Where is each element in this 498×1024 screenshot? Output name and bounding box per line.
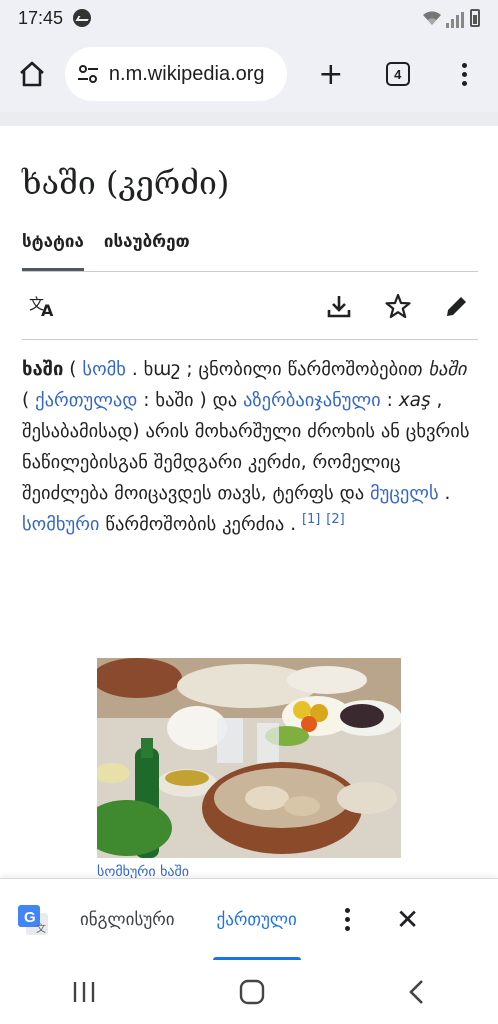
term: ხაში [22, 359, 64, 380]
download-icon[interactable] [326, 293, 352, 319]
battery-icon [470, 9, 480, 27]
article-image[interactable] [97, 658, 401, 858]
text: წარმოშობის კერძია . [99, 514, 302, 535]
translate-options-icon[interactable] [344, 908, 350, 931]
text: ( [63, 359, 83, 380]
italic-term: ხაში [428, 359, 467, 380]
edit-icon[interactable] [444, 293, 470, 319]
source-language-tab[interactable]: ინგლისური [80, 910, 175, 930]
tab-talk[interactable]: ისაუბრეთ [104, 232, 190, 271]
wifi-icon [423, 11, 441, 25]
url-text: n.m.wikipedia.org [108, 62, 265, 85]
link-armenian-2[interactable]: სომხური [22, 514, 100, 535]
text: . ხաշ ; ცნობილი წარმოშობებით [125, 359, 429, 380]
italic-term: xaş [398, 390, 431, 411]
reference-2[interactable]: [2] [326, 512, 344, 527]
page-title: ხაში (კერძი) [22, 164, 230, 202]
plus-icon: + [318, 56, 344, 92]
messenger-icon [73, 9, 92, 27]
link-belly[interactable]: მუცელს [370, 483, 439, 504]
status-time: 17:45 [18, 7, 64, 28]
tab-count: 4 [385, 62, 410, 86]
site-settings-icon[interactable] [77, 64, 99, 84]
home-nav-icon[interactable] [238, 978, 266, 1006]
star-icon[interactable] [384, 292, 412, 320]
home-button[interactable] [0, 36, 65, 112]
svg-text:G: G [24, 909, 36, 926]
reference-1[interactable]: [1] [302, 512, 320, 527]
url-bar[interactable]: n.m.wikipedia.org [64, 47, 288, 101]
page-content: ხაში (კერძი) სტატია ისაუბრეთ 文 A ხაში ( … [22, 126, 478, 540]
recents-icon[interactable] [71, 981, 97, 1003]
text: : ხაში ) და [137, 390, 244, 411]
translate-bar: G 文 ინგლისური ქართული ✕ [0, 878, 498, 961]
status-icons [422, 8, 480, 28]
signal-icon [446, 8, 466, 28]
text: ( [22, 390, 36, 411]
tab-article[interactable]: სტატია [22, 232, 84, 271]
svg-text:A: A [41, 301, 54, 318]
svg-text:文: 文 [36, 922, 46, 935]
google-translate-icon[interactable]: G 文 [16, 903, 50, 937]
article-paragraph: ხაში ( სომხ . ხաշ ; ცნობილი წარმოშობებით… [22, 354, 478, 540]
page-actions: 文 A [22, 272, 478, 340]
text: . [438, 483, 451, 504]
browser-menu-button[interactable] [431, 36, 498, 112]
system-navbar [0, 960, 498, 1024]
header-divider [0, 112, 498, 126]
close-icon[interactable]: ✕ [396, 903, 419, 936]
link-armenian[interactable]: სომხ [82, 359, 126, 380]
page-tabs: სტატია ისაუბრეთ [22, 232, 478, 272]
home-icon [20, 61, 45, 87]
new-tab-button[interactable]: + [297, 36, 364, 112]
status-bar: 17:45 [0, 0, 498, 36]
link-georgian[interactable]: ქართულად [35, 390, 137, 411]
text: : [380, 390, 399, 411]
tab-switcher-button[interactable]: 4 [364, 36, 431, 112]
language-icon[interactable]: 文 A [28, 294, 58, 318]
khash-photo [97, 658, 401, 858]
target-language-tab[interactable]: ქართული [212, 879, 302, 961]
more-vert-icon [462, 62, 468, 86]
browser-toolbar: n.m.wikipedia.org + 4 [0, 36, 498, 112]
back-icon[interactable] [407, 979, 427, 1005]
link-azerbaijani[interactable]: აზერბაიჯანული [243, 390, 381, 411]
